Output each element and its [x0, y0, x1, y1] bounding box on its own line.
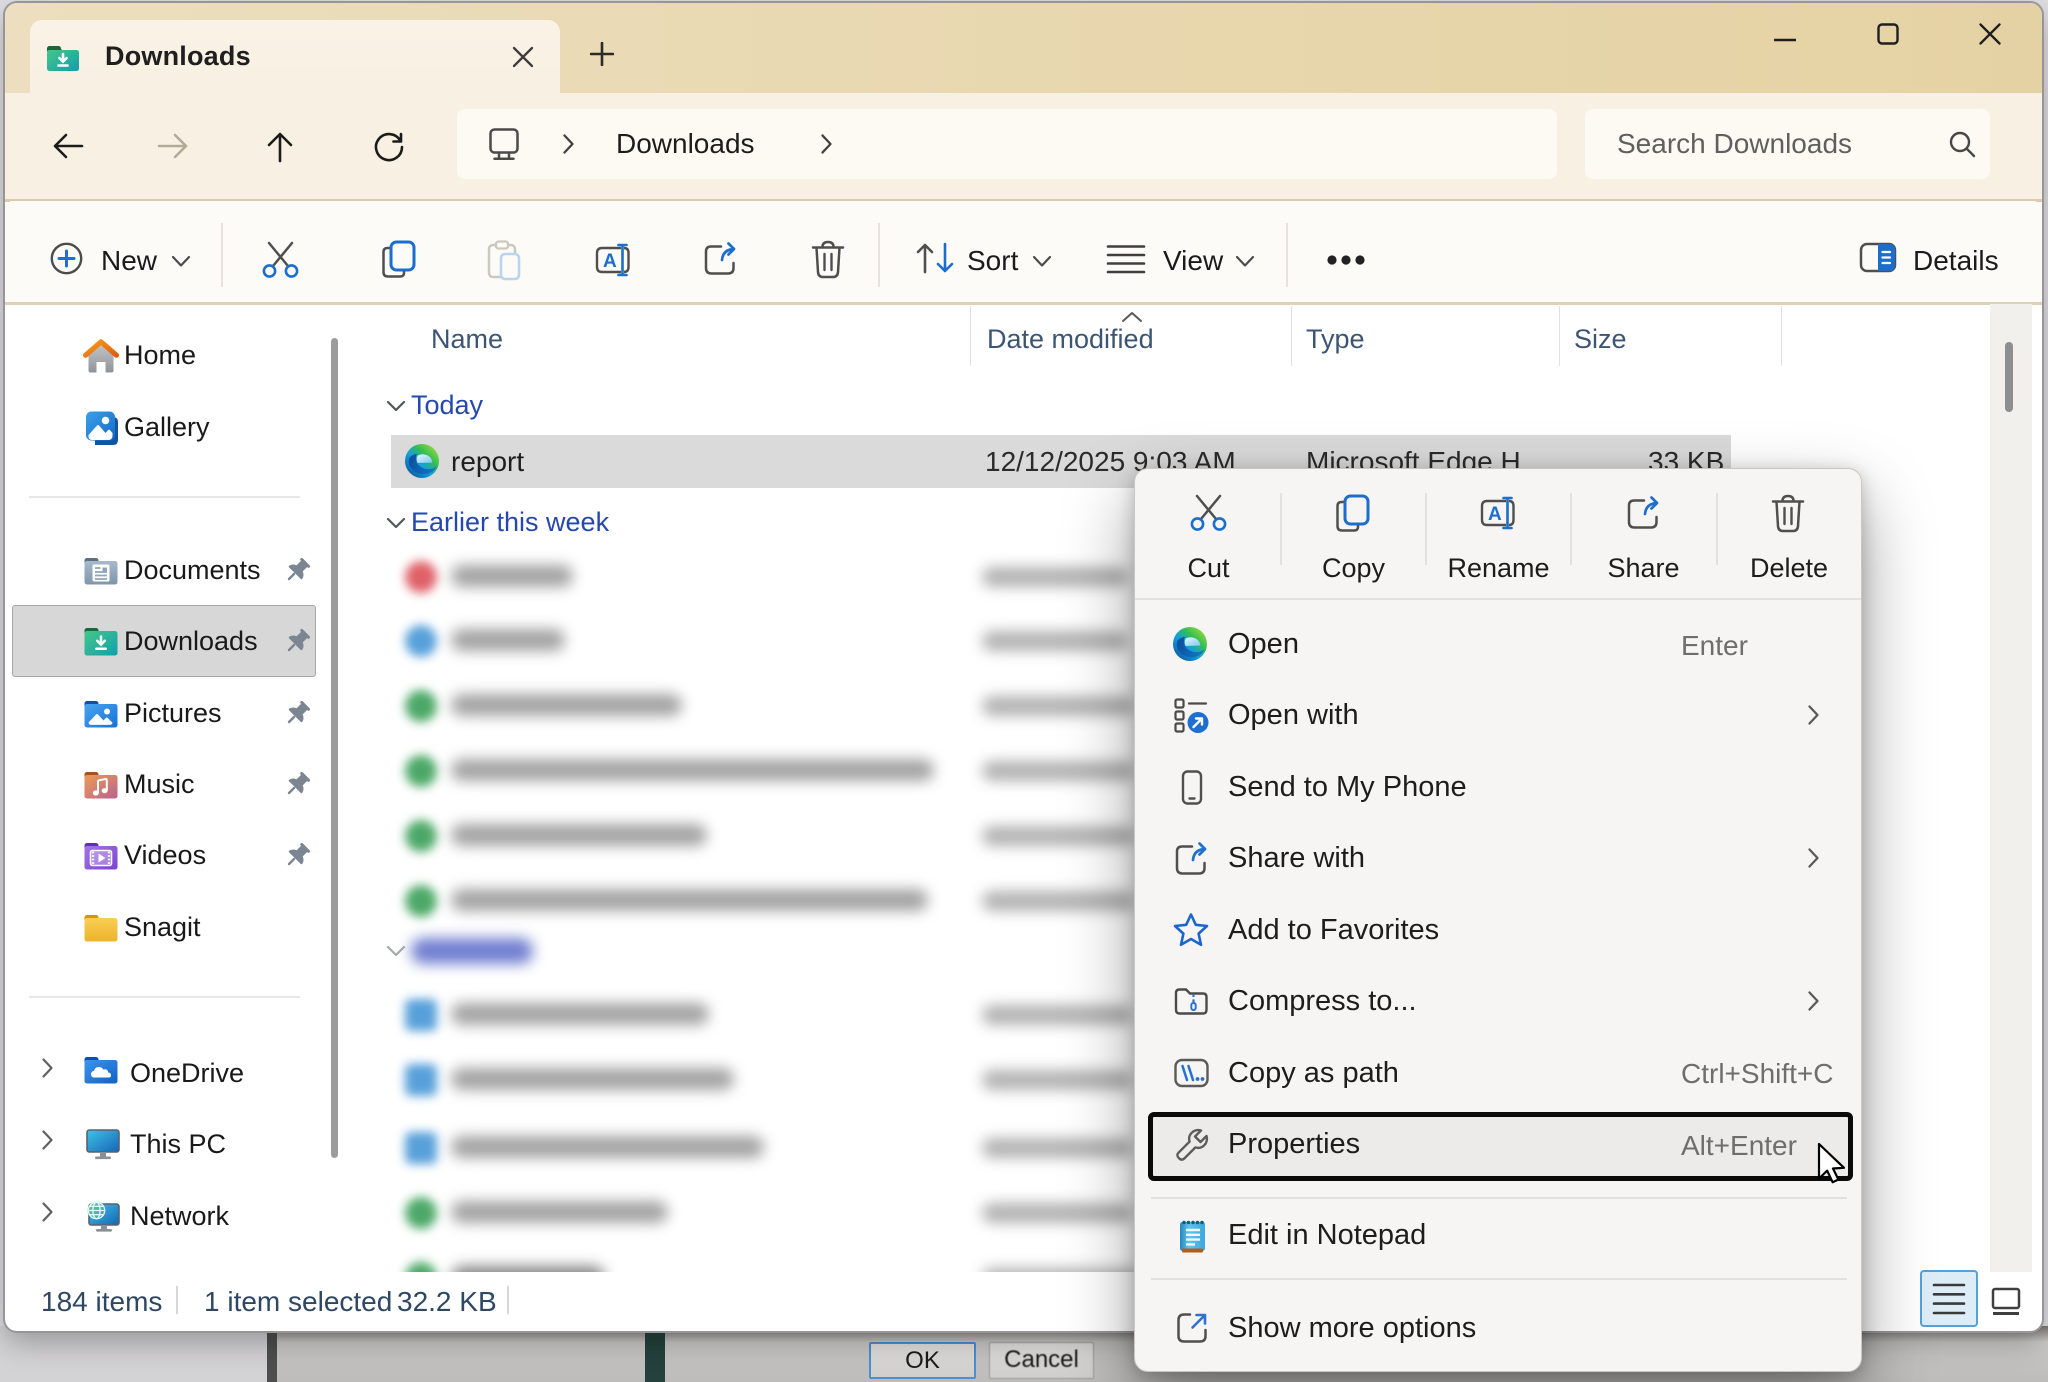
svg-text:A: A	[1488, 504, 1502, 525]
svg-text:A: A	[603, 251, 617, 272]
